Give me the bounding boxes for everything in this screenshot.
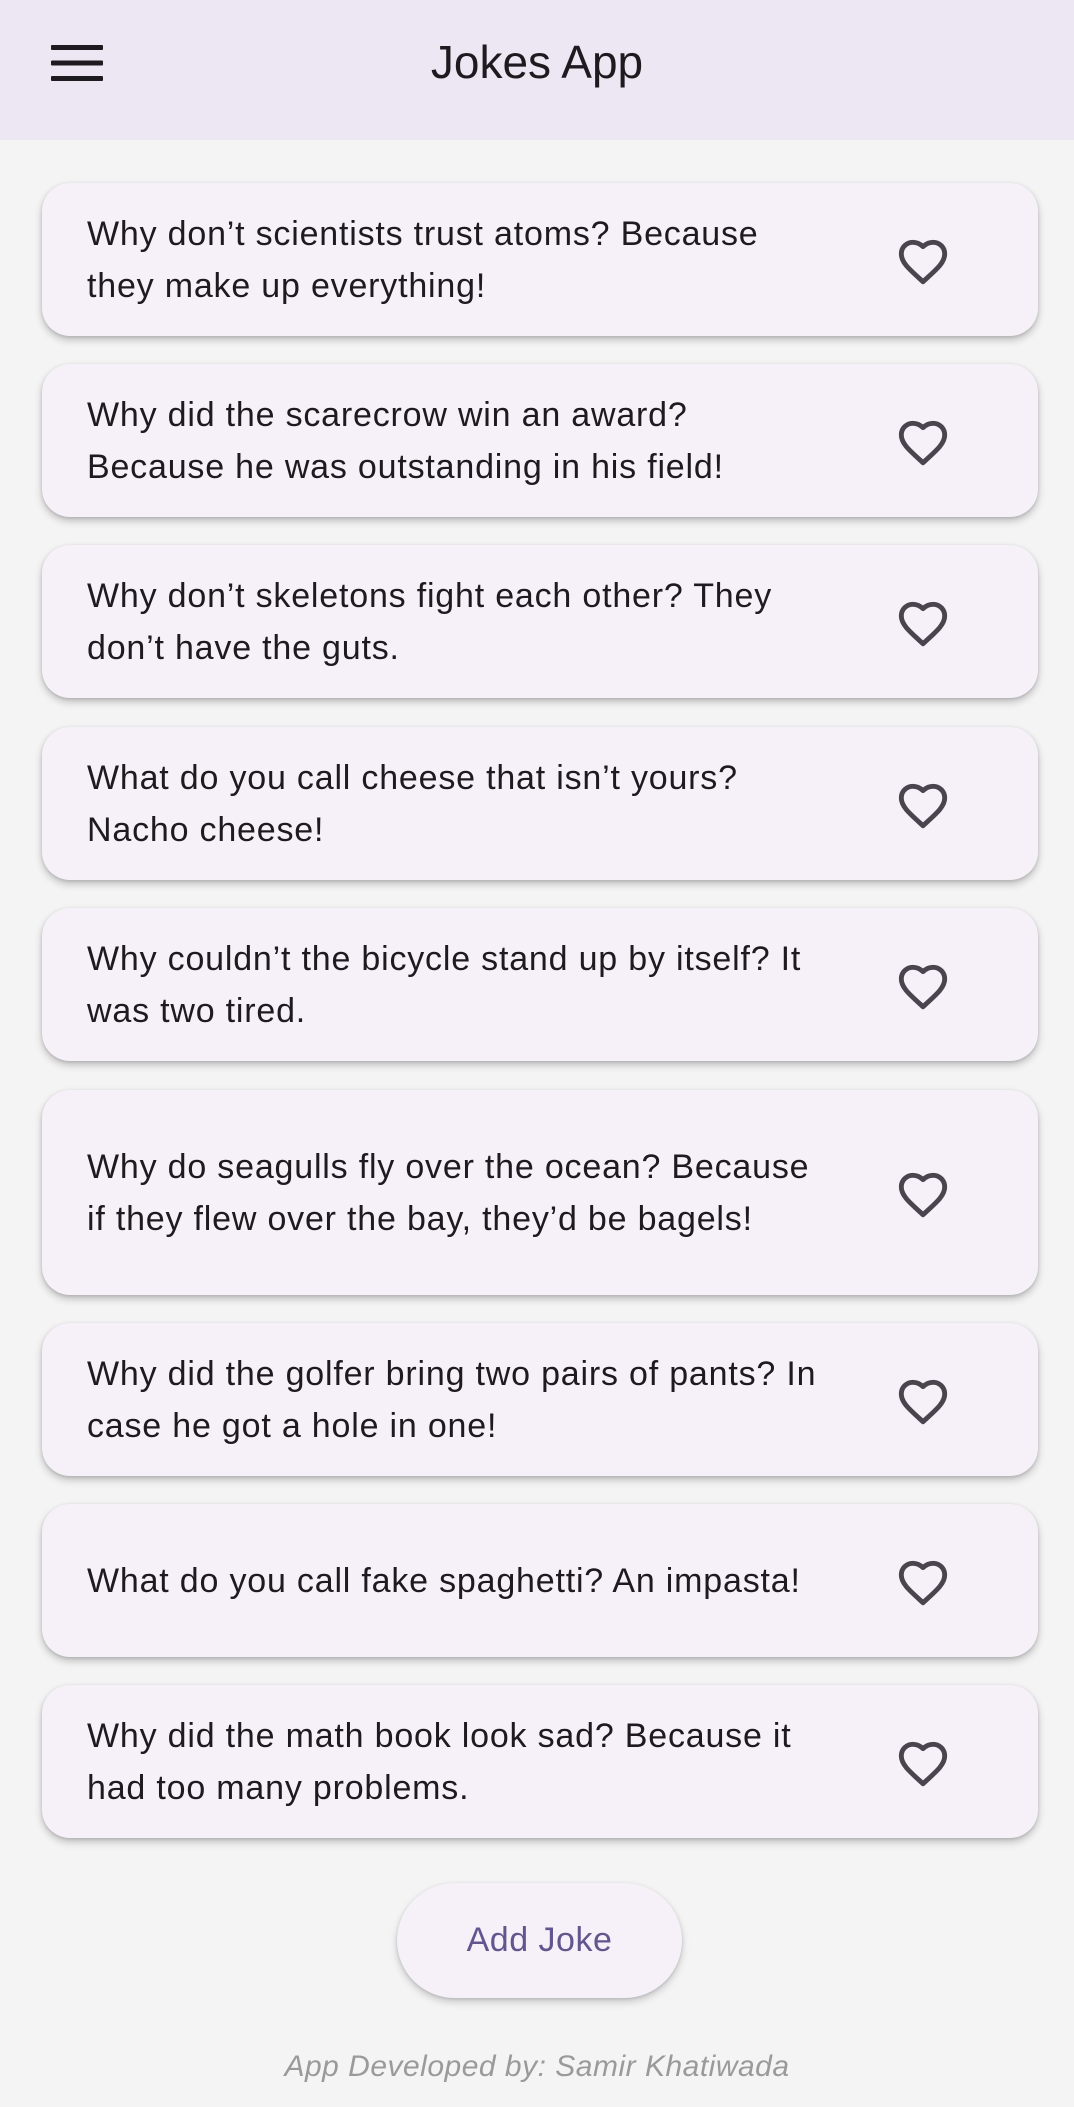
- joke-card: Why did the golfer bring two pairs of pa…: [42, 1323, 1038, 1476]
- heart-outline-icon: [898, 601, 948, 646]
- heart-outline-icon: [898, 1741, 948, 1786]
- joke-card: What do you call cheese that isn’t yours…: [42, 727, 1038, 880]
- joke-text: Why couldn’t the bicycle stand up by its…: [87, 939, 802, 1030]
- joke-card: Why do seagulls fly over the ocean? Beca…: [42, 1090, 1038, 1295]
- favorite-button[interactable]: [888, 1158, 958, 1228]
- joke-text: What do you call cheese that isn’t yours…: [87, 758, 738, 849]
- heart-outline-icon: [898, 1560, 948, 1605]
- joke-text: Why did the golfer bring two pairs of pa…: [87, 1354, 817, 1445]
- joke-card: What do you call fake spaghetti? An impa…: [42, 1504, 1038, 1657]
- heart-outline-icon: [898, 420, 948, 465]
- app-bar: Jokes App: [0, 0, 1074, 140]
- favorite-button[interactable]: [888, 1365, 958, 1435]
- favorite-button[interactable]: [888, 1727, 958, 1797]
- favorite-button[interactable]: [888, 769, 958, 839]
- heart-outline-icon: [898, 783, 948, 828]
- joke-text: Why don’t skeletons fight each other? Th…: [87, 576, 773, 667]
- joke-card: Why don’t scientists trust atoms? Becaus…: [42, 183, 1038, 336]
- joke-card: Why couldn’t the bicycle stand up by its…: [42, 908, 1038, 1061]
- heart-outline-icon: [898, 964, 948, 1009]
- heart-outline-icon: [898, 1172, 948, 1217]
- page-title: Jokes App: [430, 36, 644, 88]
- favorite-button[interactable]: [888, 1546, 958, 1616]
- joke-text: Why don’t scientists trust atoms? Becaus…: [87, 214, 759, 305]
- favorite-button[interactable]: [888, 225, 958, 295]
- developer-credit: App Developed by: Samir Khatiwada: [284, 2050, 790, 2083]
- favorite-button[interactable]: [888, 950, 958, 1020]
- joke-text: Why did the math book look sad? Because …: [87, 1716, 792, 1807]
- joke-text: Why do seagulls fly over the ocean? Beca…: [87, 1147, 810, 1238]
- joke-card: Why did the scarecrow win an award? Beca…: [42, 364, 1038, 517]
- favorite-button[interactable]: [888, 587, 958, 657]
- joke-card: Why don’t skeletons fight each other? Th…: [42, 545, 1038, 698]
- joke-text: Why did the scarecrow win an award? Beca…: [87, 395, 724, 486]
- add-joke-button[interactable]: Add Joke: [397, 1883, 682, 1998]
- favorite-button[interactable]: [888, 406, 958, 476]
- heart-outline-icon: [898, 239, 948, 284]
- heart-outline-icon: [898, 1379, 948, 1424]
- joke-card: Why did the math book look sad? Because …: [42, 1685, 1038, 1838]
- joke-text: What do you call fake spaghetti? An impa…: [87, 1561, 801, 1600]
